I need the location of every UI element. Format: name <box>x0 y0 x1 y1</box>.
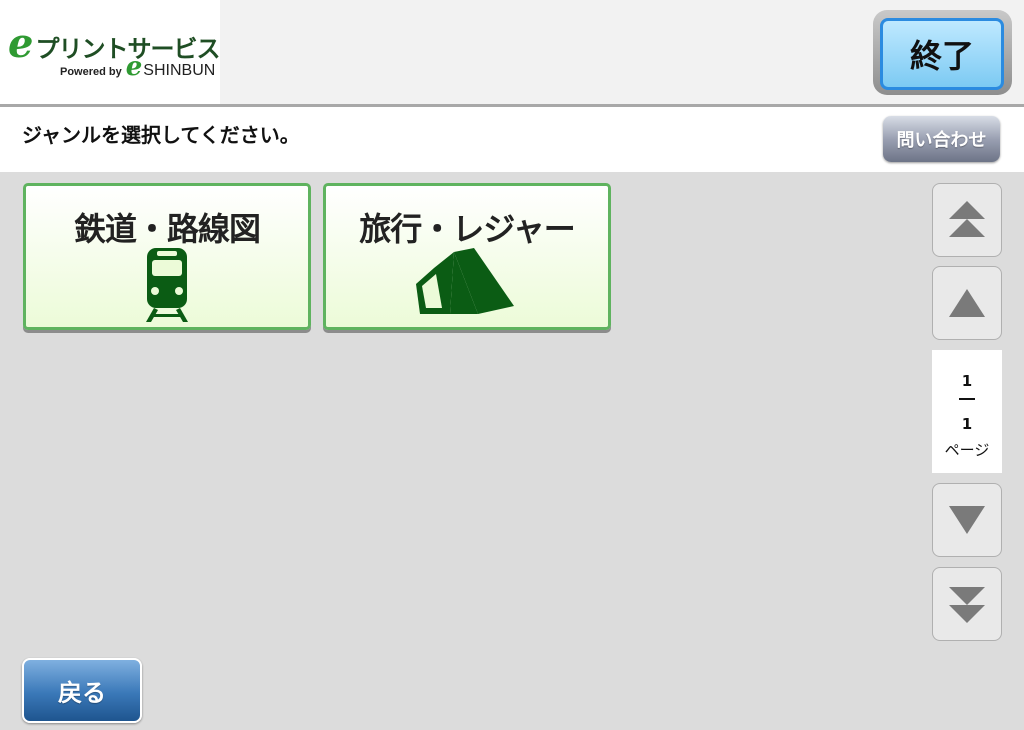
logo-powered-by: Powered by e SHINBUN <box>60 52 216 82</box>
page-first-button[interactable] <box>932 183 1002 257</box>
back-button[interactable]: 戻る <box>22 658 142 723</box>
logo-brand: SHINBUN <box>143 62 216 79</box>
category-label: 旅行・レジャー <box>359 210 575 248</box>
category-label: 鉄道・路線図 <box>73 210 261 248</box>
current-page: 1 <box>961 372 973 390</box>
page-down-button[interactable] <box>932 483 1002 557</box>
category-railway-button[interactable]: 鉄道・路線図 <box>23 183 311 330</box>
logo-e-letter: e <box>8 20 34 67</box>
page-unit-label: ページ <box>944 441 990 459</box>
tent-icon <box>416 248 514 314</box>
double-chevron-up-icon <box>949 201 985 237</box>
triangle-up-icon <box>949 289 985 317</box>
header: e プリントサービス Powered by e SHINBUN 終了 <box>0 0 1024 104</box>
page-up-button[interactable] <box>932 266 1002 340</box>
page-last-button[interactable] <box>932 567 1002 641</box>
logo-powered-text: Powered by <box>60 66 122 78</box>
page-indicator: 1 1 ページ <box>932 350 1002 473</box>
instruction-text: ジャンルを選択してください。 <box>22 123 300 147</box>
total-pages: 1 <box>961 415 973 433</box>
end-button[interactable]: 終了 <box>880 18 1004 90</box>
end-button-frame: 終了 <box>873 10 1012 95</box>
eprint-service-logo: e プリントサービス Powered by e SHINBUN <box>0 0 220 104</box>
inquiry-button[interactable]: 問い合わせ <box>883 116 1000 162</box>
instruction-bar: ジャンルを選択してください。 問い合わせ <box>0 107 1024 172</box>
double-chevron-down-icon <box>949 587 985 623</box>
triangle-down-icon <box>949 506 985 534</box>
logo-sub-e-letter: e <box>125 52 143 82</box>
page-divider <box>959 398 975 400</box>
category-travel-leisure-button[interactable]: 旅行・レジャー <box>323 183 611 330</box>
train-icon <box>146 248 188 322</box>
